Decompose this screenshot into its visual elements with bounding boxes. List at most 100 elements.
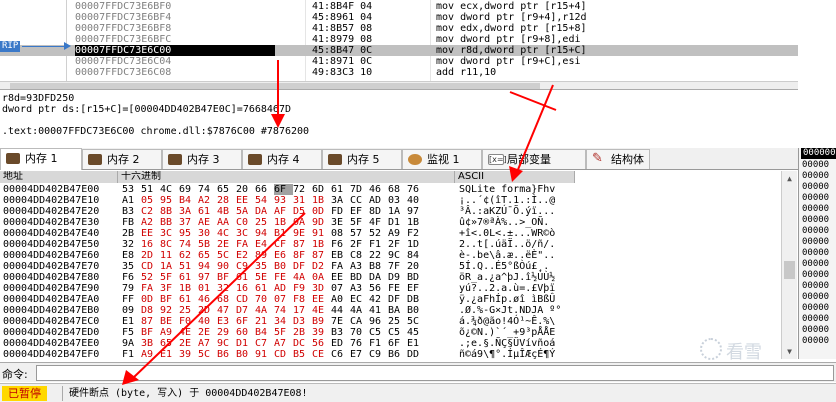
- hex-byte[interactable]: 9C: [388, 250, 407, 261]
- hex-byte[interactable]: D3: [293, 316, 312, 327]
- hex-byte[interactable]: FE: [274, 272, 293, 283]
- disassembly-row[interactable]: 00007FFDC73E6BFC 41:8979 08 mov dword ptr …: [0, 34, 798, 45]
- hex-byte[interactable]: 21: [255, 316, 274, 327]
- hex-byte[interactable]: 3A: [331, 195, 350, 206]
- hex-byte[interactable]: A9: [141, 349, 160, 359]
- hex-byte[interactable]: C9: [236, 261, 255, 272]
- hex-byte[interactable]: 4C: [217, 228, 236, 239]
- hex-byte[interactable]: E7: [350, 349, 369, 359]
- hex-byte[interactable]: 4A: [350, 305, 369, 316]
- column-header-ascii[interactable]: ASCII: [455, 171, 575, 183]
- hex-byte[interactable]: EF: [350, 206, 369, 217]
- hex-byte[interactable]: 1B: [407, 217, 426, 228]
- hex-byte[interactable]: 17: [293, 305, 312, 316]
- hex-byte[interactable]: 3C: [236, 228, 255, 239]
- hex-byte[interactable]: C8: [350, 250, 369, 261]
- hex-byte[interactable]: 25: [388, 316, 407, 327]
- hex-byte[interactable]: 29: [217, 327, 236, 338]
- stack-row[interactable]: 00000: [802, 226, 836, 237]
- hex-byte[interactable]: B0: [274, 261, 293, 272]
- hex-byte[interactable]: EE: [312, 294, 331, 305]
- hex-byte[interactable]: 5B: [198, 239, 217, 250]
- hex-byte[interactable]: 9C: [217, 338, 236, 349]
- hex-byte[interactable]: 93: [274, 195, 293, 206]
- hex-byte[interactable]: 09: [122, 305, 141, 316]
- hex-byte[interactable]: 94: [255, 228, 274, 239]
- dump-row[interactable]: 00004DD402B47E10 A1 05 95 B4 A2 28 EE 54 93 31 1B 3A…: [0, 195, 797, 206]
- hex-byte[interactable]: 28: [217, 195, 236, 206]
- hex-byte[interactable]: 3F: [160, 283, 179, 294]
- hex-byte[interactable]: 84: [407, 250, 426, 261]
- hex-byte[interactable]: 79: [122, 283, 141, 294]
- hex-byte[interactable]: E8: [122, 250, 141, 261]
- hex-byte[interactable]: 53: [122, 184, 141, 195]
- hex-byte[interactable]: BD: [350, 272, 369, 283]
- hex-byte[interactable]: 3A: [179, 206, 198, 217]
- tab-watch[interactable]: 监视 1: [402, 149, 482, 169]
- hex-byte[interactable]: 8C: [160, 239, 179, 250]
- hex-byte[interactable]: 65: [217, 184, 236, 195]
- hex-byte[interactable]: 1A: [388, 206, 407, 217]
- stack-row[interactable]: 00000: [802, 292, 836, 303]
- hex-byte[interactable]: DD: [407, 349, 426, 359]
- hex-byte[interactable]: B4: [255, 327, 274, 338]
- hex-byte[interactable]: 30: [198, 228, 217, 239]
- hex-byte[interactable]: 03: [388, 195, 407, 206]
- hex-byte[interactable]: 7D: [350, 184, 369, 195]
- hex-byte[interactable]: 2F: [350, 239, 369, 250]
- dump-row[interactable]: 00004DD402B47E70 35 CD 1A 51 94 90 C9 35 B0 DF D2 FA…: [0, 261, 797, 272]
- hex-byte[interactable]: 2D: [141, 250, 160, 261]
- dump-row[interactable]: 00004DD402B47EB0 09 D8 92 25 2D 47 D7 4A 74 17 4E 44…: [0, 305, 797, 316]
- hex-byte[interactable]: A1: [122, 195, 141, 206]
- hex-byte[interactable]: CE: [312, 349, 331, 359]
- hex-byte[interactable]: C0: [236, 217, 255, 228]
- dump-row[interactable]: 00004DD402B47EC0 E1 87 BE F0 40 E3 6F 21 34 D3 B9 7E…: [0, 316, 797, 327]
- dump-row[interactable]: 00004DD402B47E50 32 16 8C 74 5B 2E FA E4 CF 87 1B F6…: [0, 239, 797, 250]
- disassembly-row[interactable]: 00007FFDC73E6C04 41:8971 0C mov dword ptr …: [0, 56, 798, 67]
- hex-byte[interactable]: 20: [236, 184, 255, 195]
- hex-byte[interactable]: 22: [369, 250, 388, 261]
- hex-byte[interactable]: 56: [369, 283, 388, 294]
- dump-row[interactable]: 00004DD402B47EE0 9A 3B 65 2E A7 9C D1 C7 A7 DC 56 ED…: [0, 338, 797, 349]
- hex-byte[interactable]: F6: [122, 272, 141, 283]
- hex-byte[interactable]: 39: [179, 349, 198, 359]
- hex-byte[interactable]: D1: [388, 217, 407, 228]
- hex-byte[interactable]: 6F: [236, 316, 255, 327]
- hex-byte[interactable]: E1: [122, 316, 141, 327]
- hex-byte[interactable]: 5C: [198, 349, 217, 359]
- hex-byte[interactable]: CD: [236, 294, 255, 305]
- hex-byte[interactable]: B0: [407, 305, 426, 316]
- hex-byte[interactable]: 72: [293, 184, 312, 195]
- hex-byte[interactable]: 61: [179, 294, 198, 305]
- hex-byte[interactable]: 8F: [293, 250, 312, 261]
- hex-byte[interactable]: B9: [312, 316, 331, 327]
- hex-byte[interactable]: 65: [160, 338, 179, 349]
- hex-byte[interactable]: E3: [217, 316, 236, 327]
- hex-byte[interactable]: DF: [388, 294, 407, 305]
- stack-row[interactable]: 00000: [802, 171, 836, 182]
- hex-byte[interactable]: EC: [350, 294, 369, 305]
- hex-byte[interactable]: FA: [236, 239, 255, 250]
- hex-byte[interactable]: 0D: [141, 294, 160, 305]
- hex-byte[interactable]: 47: [217, 305, 236, 316]
- hex-byte[interactable]: EF: [407, 283, 426, 294]
- hex-byte[interactable]: 52: [369, 228, 388, 239]
- hex-byte[interactable]: 44: [331, 305, 350, 316]
- hex-byte[interactable]: 70: [255, 294, 274, 305]
- hex-byte[interactable]: 34: [274, 316, 293, 327]
- hex-byte[interactable]: 91: [255, 349, 274, 359]
- disassembly-row[interactable]: 00007FFDC73E6BF8 41:8B57 08 mov edx,dword …: [0, 23, 798, 34]
- hex-byte[interactable]: 74: [198, 184, 217, 195]
- hex-byte[interactable]: B6: [388, 349, 407, 359]
- hex-byte[interactable]: AD: [369, 195, 388, 206]
- hex-byte[interactable]: F9: [293, 283, 312, 294]
- tab-struct[interactable]: ✎ 结构体: [586, 149, 650, 169]
- hex-byte[interactable]: 9E: [293, 228, 312, 239]
- hex-byte[interactable]: 3C: [160, 228, 179, 239]
- hex-byte[interactable]: 0A: [312, 272, 331, 283]
- hex-byte[interactable]: 4C: [160, 184, 179, 195]
- hex-byte[interactable]: 95: [160, 195, 179, 206]
- hex-byte[interactable]: 20: [407, 261, 426, 272]
- hex-byte[interactable]: A9: [388, 228, 407, 239]
- hex-byte[interactable]: FF: [122, 294, 141, 305]
